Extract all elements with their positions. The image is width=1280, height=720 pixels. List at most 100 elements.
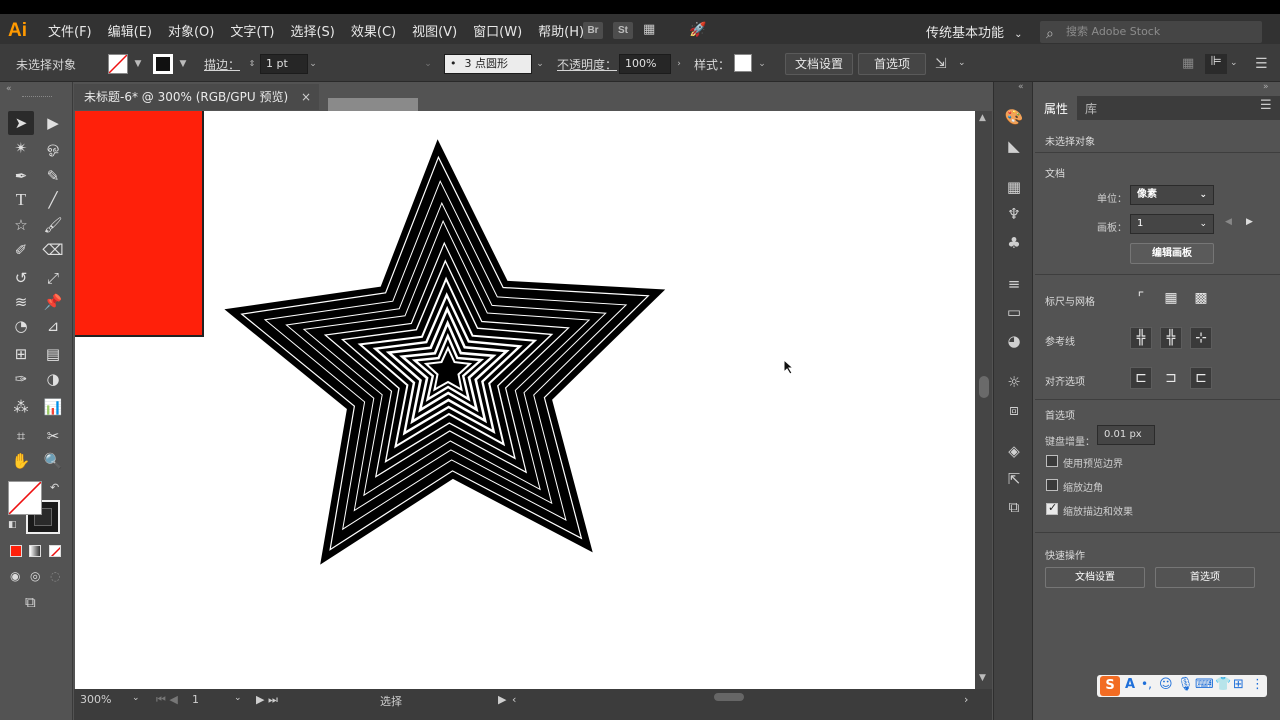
shaper-tool-icon[interactable]: ✐: [8, 238, 34, 262]
eraser-tool-icon[interactable]: ⌫: [40, 238, 66, 262]
appearance-icon[interactable]: ☼: [1002, 371, 1026, 393]
style-dropdown[interactable]: ⌄: [755, 54, 769, 74]
scroll-thumb[interactable]: [979, 376, 989, 398]
none-mode-icon[interactable]: [49, 545, 61, 557]
gpu-performance-icon[interactable]: 🚀: [689, 22, 709, 39]
artboard-select[interactable]: 1 ⌄: [1130, 214, 1214, 234]
voice-icon[interactable]: 🎙: [1177, 677, 1194, 692]
opacity-arrow-icon[interactable]: ›: [672, 54, 686, 74]
arrange-icon[interactable]: ⇲: [935, 56, 947, 72]
bridge-button[interactable]: Br: [583, 22, 603, 39]
sogou-logo-icon[interactable]: S: [1100, 676, 1120, 696]
asset-export-icon[interactable]: ⇱: [1002, 468, 1026, 490]
preferences-button[interactable]: 首选项: [858, 53, 926, 75]
lasso-tool-icon[interactable]: ஓ: [40, 136, 66, 160]
toolbox-icon[interactable]: ⊞: [1233, 677, 1244, 692]
direct-selection-tool-icon[interactable]: ▶: [40, 111, 66, 135]
previous-artboard-icon[interactable]: ◀: [1225, 217, 1232, 227]
menu-file[interactable]: 文件(F): [40, 23, 100, 43]
hscroll-left-icon[interactable]: ‹: [512, 693, 516, 706]
emoji-icon[interactable]: ☺: [1159, 677, 1173, 692]
scale-corners-checkbox[interactable]: [1046, 479, 1058, 491]
stock-search-input[interactable]: ⌕ 搜索 Adobe Stock: [1040, 21, 1262, 43]
punctuation-icon[interactable]: •,: [1141, 677, 1152, 691]
show-guides-icon[interactable]: ╬: [1130, 327, 1152, 349]
zoom-level[interactable]: 300%: [80, 693, 111, 706]
panel-menu-icon[interactable]: ☰: [1260, 98, 1272, 113]
vertical-scrollbar[interactable]: ▲ ▼: [975, 111, 992, 689]
ruler-icon[interactable]: ⌜: [1130, 287, 1152, 309]
skin-icon[interactable]: 👕: [1215, 677, 1231, 692]
width-tool-icon[interactable]: ≋: [8, 290, 34, 314]
stroke-label[interactable]: 描边：: [204, 56, 240, 73]
paintbrush-tool-icon[interactable]: 🖌: [40, 213, 66, 237]
ime-mode-icon[interactable]: A: [1125, 677, 1135, 692]
toolbar-grip[interactable]: [22, 96, 52, 98]
menu-window[interactable]: 窗口(W): [465, 23, 530, 43]
draw-inside-icon[interactable]: ◌: [50, 569, 60, 583]
symbol-sprayer-tool-icon[interactable]: ⁂: [8, 395, 34, 419]
swatches-icon[interactable]: ▦: [1002, 176, 1026, 198]
use-preview-bounds-checkbox[interactable]: [1046, 455, 1058, 467]
workspace-switcher[interactable]: 传统基本功能 ⌄: [926, 22, 1023, 41]
stroke-stepper[interactable]: ⇕: [245, 54, 259, 74]
snap-to-pixel-icon[interactable]: ⊐: [1160, 367, 1182, 389]
draw-normal-icon[interactable]: ◉: [10, 569, 20, 583]
edit-artboards-button[interactable]: 编辑画板: [1130, 243, 1214, 264]
graphic-style-swatch[interactable]: [734, 54, 752, 72]
type-tool-icon[interactable]: T: [8, 188, 34, 212]
gradient-tool-icon[interactable]: ▤: [40, 342, 66, 366]
next-artboard-icon[interactable]: ▶: [1246, 217, 1253, 227]
status-arrow-icon[interactable]: ▶: [498, 693, 506, 706]
unit-select[interactable]: 像素 ⌄: [1130, 185, 1214, 205]
puppet-warp-tool-icon[interactable]: 📌: [40, 290, 66, 314]
zoom-tool-icon[interactable]: 🔍: [40, 449, 66, 473]
menu-object[interactable]: 对象(O): [160, 23, 222, 43]
line-tool-icon[interactable]: ╱: [40, 188, 66, 212]
brush-dropdown[interactable]: ⌄: [533, 54, 547, 74]
transparency-grid-icon[interactable]: ▩: [1190, 287, 1212, 309]
swap-fill-stroke-icon[interactable]: ↶: [50, 481, 59, 494]
panel-grid-icon[interactable]: ▦: [1182, 56, 1194, 71]
snap-to-glyph-icon[interactable]: ⊏: [1190, 367, 1212, 389]
stock-button[interactable]: St: [613, 22, 633, 39]
tab-library[interactable]: 库: [1085, 100, 1097, 117]
keyboard-increment-input[interactable]: 0.01 px: [1097, 425, 1155, 445]
stroke-color-dropdown[interactable]: ▼: [176, 54, 190, 74]
selection-tool-icon[interactable]: ➤: [8, 111, 34, 135]
star-artwork[interactable]: [75, 111, 975, 689]
graphic-styles-icon[interactable]: ⧈: [1002, 399, 1026, 421]
draw-behind-icon[interactable]: ◎: [30, 569, 40, 583]
stroke-weight-dropdown[interactable]: ⌄: [306, 54, 320, 74]
scale-strokes-effects-checkbox[interactable]: [1046, 501, 1058, 515]
profile-dropdown[interactable]: ⌄: [421, 54, 435, 74]
fill-dropdown[interactable]: ▼: [131, 54, 145, 74]
menu-type[interactable]: 文字(T): [222, 23, 282, 43]
color-mode-icon[interactable]: [10, 545, 22, 557]
artboard-canvas[interactable]: [75, 111, 975, 689]
collapse-panel-icon[interactable]: »: [1263, 82, 1269, 92]
artboard-tool-icon[interactable]: ⌗: [8, 424, 34, 448]
symbols-icon[interactable]: ♣: [1002, 232, 1026, 254]
lock-guides-icon[interactable]: ╬: [1160, 327, 1182, 349]
hscroll-right-icon[interactable]: ›: [964, 693, 968, 706]
quick-preferences-button[interactable]: 首选项: [1155, 567, 1255, 588]
document-setup-button[interactable]: 文档设置: [785, 53, 853, 75]
collapse-toolbar-icon[interactable]: «: [6, 84, 12, 94]
screen-mode-icon[interactable]: ⧉: [25, 593, 36, 611]
chevron-down-icon[interactable]: ⌄: [958, 58, 966, 68]
menu-edit[interactable]: 编辑(E): [100, 23, 160, 43]
tab-properties[interactable]: 属性: [1035, 96, 1077, 120]
stroke-weight-input[interactable]: 1 pt: [260, 54, 308, 74]
chevron-down-icon[interactable]: ⌄: [1230, 58, 1238, 68]
slice-tool-icon[interactable]: ✂: [40, 424, 66, 448]
blend-tool-icon[interactable]: ◑: [40, 367, 66, 391]
zoom-dropdown[interactable]: ⌄: [132, 693, 140, 703]
layers-icon[interactable]: ◈: [1002, 440, 1026, 462]
document-tab[interactable]: 未标题-6* @ 300% (RGB/GPU 预览) ×: [74, 84, 319, 110]
stroke-panel-icon[interactable]: ≡: [1002, 273, 1026, 295]
gradient-panel-icon[interactable]: ▭: [1002, 301, 1026, 323]
artboards-icon[interactable]: ⧉: [1002, 496, 1026, 518]
fill-color-box[interactable]: [8, 481, 42, 515]
brush-definition[interactable]: • 3 点圆形: [444, 54, 532, 74]
